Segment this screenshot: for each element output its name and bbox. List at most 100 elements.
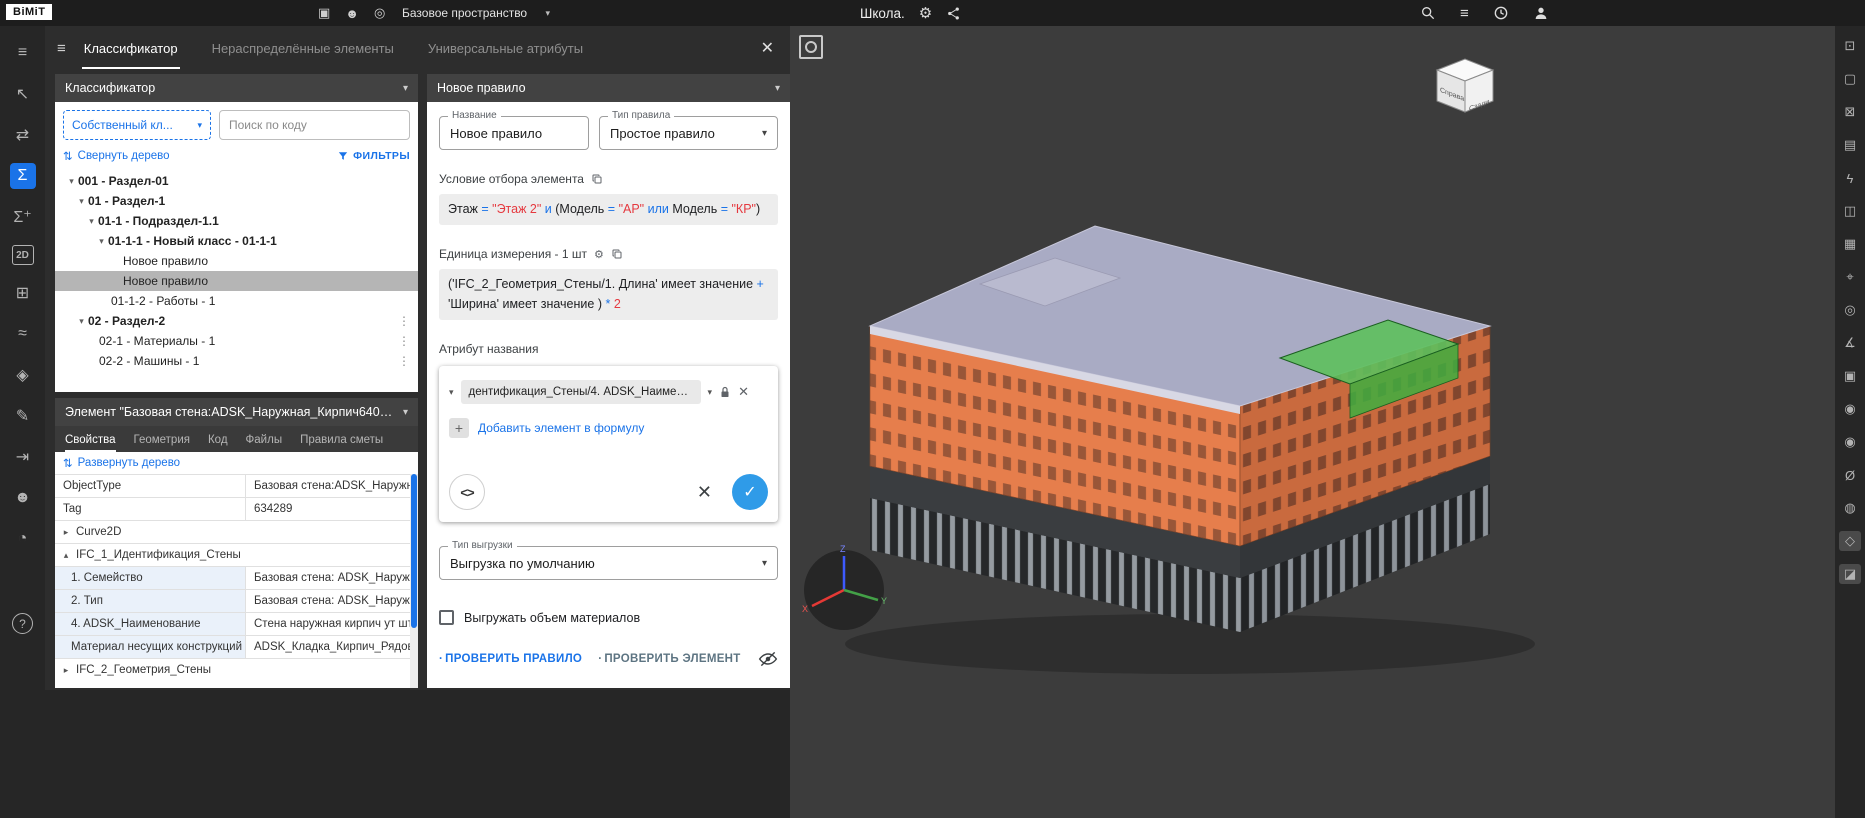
tree-item[interactable]: 01-1-2 - Работы - 1 xyxy=(55,291,418,311)
table-row[interactable]: 4. ADSK_НаименованиеСтена наружная кирпи… xyxy=(55,612,410,635)
select-cursor-icon[interactable]: ↖ xyxy=(10,81,36,107)
analytics-icon[interactable]: ≈ xyxy=(10,321,36,347)
building-model[interactable] xyxy=(790,26,1835,818)
check-element-button[interactable]: ·ПРОВЕРИТЬ ЭЛЕМЕНТ xyxy=(598,653,740,665)
grid-icon[interactable]: ▦ xyxy=(1839,234,1861,254)
more-menu-icon[interactable]: ⋮ xyxy=(398,334,410,348)
tab-code[interactable]: Код xyxy=(208,434,228,452)
eye-off-icon[interactable] xyxy=(758,649,778,669)
scheme-icon[interactable]: ⊞ xyxy=(10,280,36,306)
copy-icon[interactable] xyxy=(591,173,603,185)
tab-universal-attributes[interactable]: Универсальные атрибуты xyxy=(426,28,585,69)
check-rule-button[interactable]: ·ПРОВЕРИТЬ ПРАВИЛО xyxy=(439,653,582,665)
tree-item[interactable]: ▾001 - Раздел-01 xyxy=(55,171,418,191)
chevron-down-icon[interactable]: ▾ xyxy=(708,387,713,398)
model-tree-icon[interactable]: ≡ xyxy=(10,40,36,66)
share-icon[interactable] xyxy=(946,6,961,21)
frame-icon[interactable]: ▣ xyxy=(1839,366,1861,386)
target-icon[interactable]: ⌖ xyxy=(1839,267,1861,287)
classifier-header[interactable]: Классификатор ▾ xyxy=(55,74,418,102)
lock-icon[interactable] xyxy=(719,386,731,399)
tree-item[interactable]: ▾01-1 - Подраздел-1.1 xyxy=(55,211,418,231)
cancel-formula-button[interactable]: ✕ xyxy=(697,482,712,503)
workspace-dropdown[interactable]: Базовое пространство ▾ xyxy=(402,0,550,26)
more-menu-icon[interactable]: ⋮ xyxy=(398,314,410,328)
more-menu-icon[interactable]: ⋮ xyxy=(398,354,410,368)
navigation-axes[interactable]: Z X Y xyxy=(798,540,890,632)
chevron-down-icon[interactable]: ▾ xyxy=(75,316,88,327)
tree-item-selected[interactable]: Новое правило xyxy=(55,271,418,291)
clip-plane-icon[interactable]: ◫ xyxy=(1839,201,1861,221)
storage-icon[interactable]: ▣ xyxy=(318,5,330,21)
edit-profile-icon[interactable]: ✎ xyxy=(10,403,36,429)
confirm-formula-button[interactable]: ✓ xyxy=(732,474,768,510)
tab-unallocated-elements[interactable]: Нераспределённые элементы xyxy=(210,28,396,69)
tab-files[interactable]: Файлы xyxy=(246,434,283,452)
tree-item[interactable]: ▾01-1-1 - Новый класс - 01-1-1 xyxy=(55,231,418,251)
classifier-icon[interactable]: Σ xyxy=(10,163,36,189)
table-group-row[interactable]: ▴IFC_1_Идентификация_Стены xyxy=(55,543,410,566)
plus-icon[interactable]: + xyxy=(449,418,469,438)
chevron-down-icon[interactable]: ▾ xyxy=(85,216,98,227)
chevron-down-icon[interactable]: ▾ xyxy=(449,387,454,398)
eye-icon[interactable]: ◉ xyxy=(1839,432,1861,452)
filters-button[interactable]: ФИЛЬТРЫ xyxy=(338,150,410,162)
tree-item[interactable]: 02-2 - Машины - 1⋮ xyxy=(55,351,418,371)
base-icon[interactable]: ◎ xyxy=(374,5,385,21)
team-icon[interactable]: ☻ xyxy=(345,6,359,21)
remove-chip-icon[interactable]: ✕ xyxy=(738,384,749,400)
element-header[interactable]: Элемент "Базовая стена:ADSK_Наружная_Кир… xyxy=(55,398,418,426)
chevron-down-icon[interactable]: ▾ xyxy=(75,196,88,207)
settings-gear-icon[interactable]: ⚙ xyxy=(919,4,932,22)
clash-icon[interactable]: ϟ xyxy=(1839,168,1861,188)
tree-item[interactable]: ▾02 - Раздел-2⋮ xyxy=(55,311,418,331)
chevron-right-icon[interactable]: ▸ xyxy=(61,527,71,538)
list-icon[interactable]: ≡ xyxy=(1460,5,1469,22)
section-box-icon[interactable]: ⊠ xyxy=(1839,102,1861,122)
tab-properties[interactable]: Свойства xyxy=(65,434,116,452)
table-group-row[interactable]: ▸IFC_2_Геометрия_Стены xyxy=(55,658,410,681)
app-logo[interactable]: BiMiT xyxy=(6,4,52,20)
selection-box-icon[interactable] xyxy=(799,35,823,59)
visibility-icon[interactable]: ◍ xyxy=(1839,498,1861,518)
viewport-3d[interactable]: Справа Сзади Z X Y xyxy=(790,26,1835,818)
gauge-icon[interactable]: ◔ xyxy=(10,526,36,552)
view-2d-icon[interactable]: 2D xyxy=(12,245,34,265)
collapse-tree-link[interactable]: ⇅ Свернуть дерево xyxy=(63,149,170,163)
chevron-right-icon[interactable]: ▸ xyxy=(61,665,71,676)
relations-icon[interactable]: ⇄ xyxy=(10,122,36,148)
point-icon[interactable]: ◉ xyxy=(1839,399,1861,419)
table-row[interactable]: Материал несущих конструкцийADSK_Кладка_… xyxy=(55,635,410,658)
expand-tree-link[interactable]: ⇅ Развернуть дерево xyxy=(63,456,180,470)
table-row[interactable]: 2. ТипБазовая стена: ADSK_Наружная... xyxy=(55,589,410,612)
condition-formula[interactable]: Этаж = "Этаж 2" и (Модель = "АР" или Мод… xyxy=(439,194,778,225)
materials-checkbox[interactable] xyxy=(439,610,454,625)
close-icon[interactable]: ✕ xyxy=(761,38,774,58)
tab-geometry[interactable]: Геометрия xyxy=(134,434,190,452)
add-element-link[interactable]: Добавить элемент в формулу xyxy=(478,421,644,435)
tree-item[interactable]: Новое правило xyxy=(55,251,418,271)
scrollbar-thumb[interactable] xyxy=(411,474,417,628)
measure-icon[interactable]: ∡ xyxy=(1839,333,1861,353)
rule-name-input[interactable]: Название Новое правило xyxy=(439,116,589,150)
table-group-row[interactable]: ▸Curve2D xyxy=(55,520,410,543)
tab-estimate-rules[interactable]: Правила сметы xyxy=(300,434,383,452)
ghost-cube-icon[interactable]: ◇ xyxy=(1839,531,1861,551)
plugins-icon[interactable]: ◈ xyxy=(10,362,36,388)
scrollbar-track[interactable] xyxy=(410,474,418,688)
rule-header[interactable]: Новое правило ▾ xyxy=(427,74,790,102)
search-icon[interactable] xyxy=(1420,5,1436,21)
history-clock-icon[interactable] xyxy=(1493,5,1509,21)
tree-item[interactable]: ▾01 - Раздел-1 xyxy=(55,191,418,211)
classifier-type-dropdown[interactable]: Собственный кл... ▾ xyxy=(63,110,211,140)
sheet-icon[interactable]: ▤ xyxy=(1839,135,1861,155)
copy-icon[interactable] xyxy=(611,248,623,260)
code-view-button[interactable]: <> xyxy=(449,474,485,510)
section-cube-icon[interactable]: ◪ xyxy=(1839,564,1861,584)
unit-formula[interactable]: ('IFC_2_Геометрия_Стены/1. Длина' имеет … xyxy=(439,269,778,320)
tree-item[interactable]: 02-1 - Материалы - 1⋮ xyxy=(55,331,418,351)
user-account-icon[interactable] xyxy=(1533,5,1549,21)
view-cube[interactable]: Справа Сзади xyxy=(1425,52,1505,118)
chevron-up-icon[interactable]: ▴ xyxy=(61,550,71,561)
display-icon[interactable]: ▢ xyxy=(1839,69,1861,89)
